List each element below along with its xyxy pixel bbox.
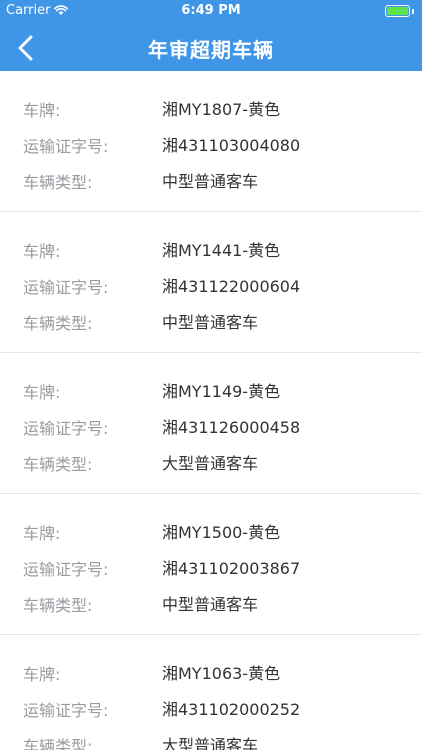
plate-label: 车牌: <box>23 524 61 543</box>
permit-label: 运输证字号: <box>23 137 109 156</box>
status-time: 6:49 PM <box>181 3 241 18</box>
vehicle-type-label: 车辆类型: <box>23 596 93 615</box>
plate-value: 湘MY1063-黄色 <box>162 664 281 683</box>
plate-value: 湘MY1807-黄色 <box>162 100 281 119</box>
permit-label: 运输证字号: <box>23 701 109 720</box>
plate-label: 车牌: <box>23 665 61 684</box>
plate-row: 车牌: 湘MY1500-黄色 <box>0 516 422 552</box>
plate-label: 车牌: <box>23 101 61 120</box>
vehicle-type-value: 中型普通客车 <box>162 313 259 332</box>
battery-icon <box>385 5 414 17</box>
permit-value: 湘431102003867 <box>162 559 301 578</box>
plate-label: 车牌: <box>23 383 61 402</box>
plate-value: 湘MY1149-黄色 <box>162 382 281 401</box>
battery-fill <box>387 7 408 15</box>
permit-row: 运输证字号: 湘431102000252 <box>0 693 422 729</box>
vehicle-type-label: 车辆类型: <box>23 314 93 333</box>
vehicle-type-row: 车辆类型: 中型普通客车 <box>0 588 422 624</box>
vehicle-type-row: 车辆类型: 大型普通客车 <box>0 447 422 483</box>
vehicle-type-label: 车辆类型: <box>23 455 93 474</box>
vehicle-type-value: 中型普通客车 <box>162 595 259 614</box>
vehicle-type-value: 中型普通客车 <box>162 172 259 191</box>
nav-bar: 年审超期车辆 <box>0 22 422 71</box>
vehicle-card[interactable]: 车牌: 湘MY1807-黄色运输证字号: 湘431103004080 车辆类型: 中型普… <box>0 71 422 212</box>
plate-row: 车牌: 湘MY1807-黄色 <box>0 93 422 129</box>
permit-row: 运输证字号: 湘431122000604 <box>0 270 422 306</box>
status-bar: Carrier 6:49 PM <box>0 0 422 22</box>
permit-row: 运输证字号: 湘431102003867 <box>0 552 422 588</box>
vehicle-type-label: 车辆类型: <box>23 173 93 192</box>
vehicle-list[interactable]: 车牌: 湘MY1807-黄色运输证字号: 湘431103004080 车辆类型: 中型普… <box>0 71 422 750</box>
permit-value: 湘431122000604 <box>162 277 301 296</box>
vehicle-type-value: 大型普通客车 <box>162 454 259 473</box>
battery-cap <box>412 8 414 14</box>
page-title: 年审超期车辆 <box>148 38 274 62</box>
plate-value: 湘MY1500-黄色 <box>162 523 281 542</box>
plate-row: 车牌: 湘MY1063-黄色 <box>0 657 422 693</box>
vehicle-type-row: 车辆类型: 中型普通客车 <box>0 165 422 201</box>
vehicle-card[interactable]: 车牌: 湘MY1149-黄色运输证字号: 湘431126000458 车辆类型: 大型普… <box>0 353 422 494</box>
permit-row: 运输证字号: 湘431103004080 <box>0 129 422 165</box>
vehicle-card[interactable]: 车牌: 湘MY1441-黄色运输证字号: 湘431122000604 车辆类型: 中型普… <box>0 212 422 353</box>
permit-value: 湘431102000252 <box>162 700 301 719</box>
top-bar: Carrier 6:49 PM 年审超期车辆 <box>0 0 422 71</box>
plate-row: 车牌: 湘MY1149-黄色 <box>0 375 422 411</box>
plate-row: 车牌: 湘MY1441-黄色 <box>0 234 422 270</box>
permit-label: 运输证字号: <box>23 278 109 297</box>
vehicle-type-value: 大型普通客车 <box>162 736 259 750</box>
plate-value: 湘MY1441-黄色 <box>162 241 281 260</box>
permit-value: 湘431103004080 <box>162 136 301 155</box>
permit-label: 运输证字号: <box>23 419 109 438</box>
vehicle-card[interactable]: 车牌: 湘MY1500-黄色运输证字号: 湘431102003867 车辆类型: 中型普… <box>0 494 422 635</box>
plate-label: 车牌: <box>23 242 61 261</box>
screen: Carrier 6:49 PM 年审超期车辆 车牌: 湘MY1807-黄色 运输… <box>0 0 422 750</box>
permit-row: 运输证字号: 湘431126000458 <box>0 411 422 447</box>
battery-body <box>385 5 410 17</box>
vehicle-type-row: 车辆类型: 大型普通客车 <box>0 729 422 750</box>
permit-label: 运输证字号: <box>23 560 109 579</box>
vehicle-card[interactable]: 车牌: 湘MY1063-黄色运输证字号: 湘431102000252 车辆类型: 大型普… <box>0 635 422 750</box>
vehicle-type-row: 车辆类型: 中型普通客车 <box>0 306 422 342</box>
vehicle-type-label: 车辆类型: <box>23 737 93 750</box>
permit-value: 湘431126000458 <box>162 418 301 437</box>
